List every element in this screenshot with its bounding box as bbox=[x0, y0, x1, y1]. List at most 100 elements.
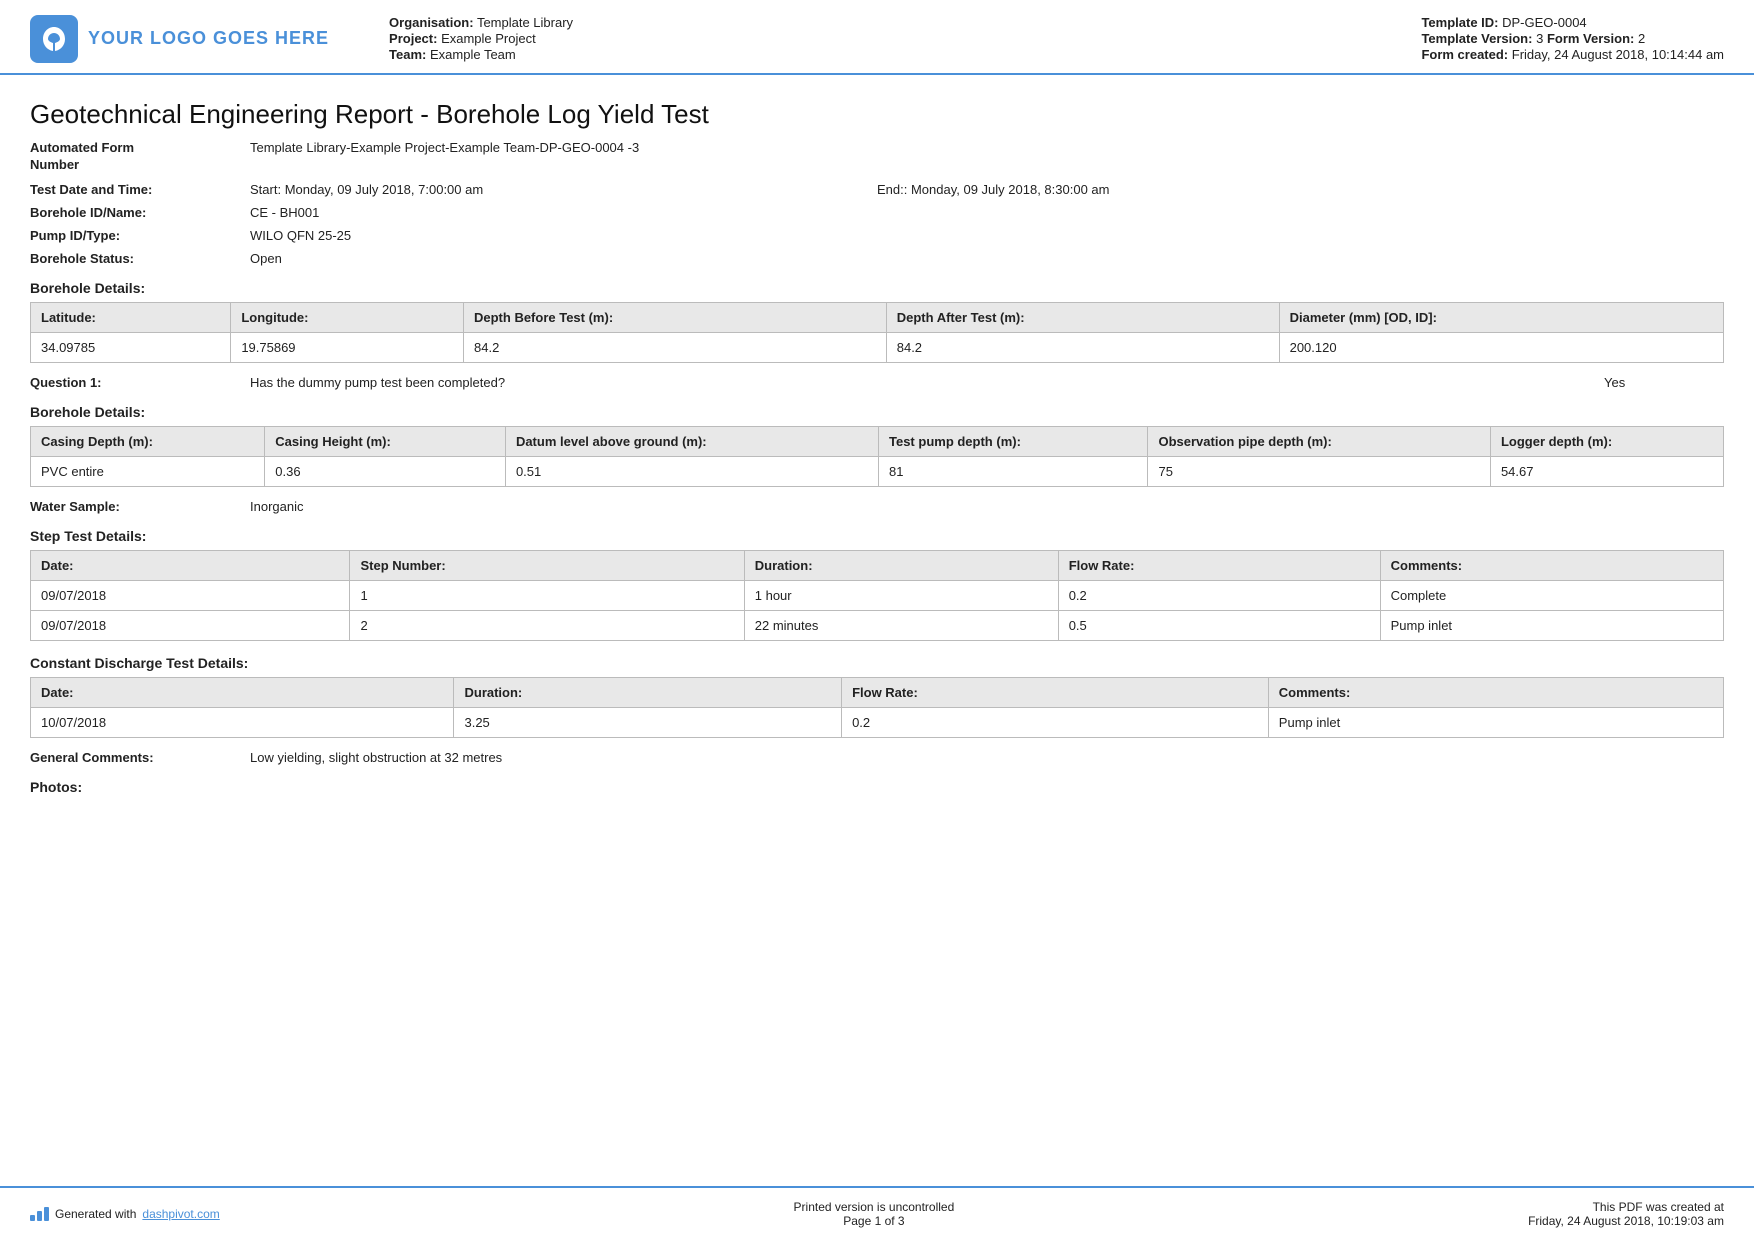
borehole-details-1-heading: Borehole Details: bbox=[30, 280, 1724, 296]
col-depth-after: Depth After Test (m): bbox=[886, 302, 1279, 332]
borehole-details-1-table: Latitude: Longitude: Depth Before Test (… bbox=[30, 302, 1724, 363]
cell-test-pump-depth: 81 bbox=[879, 456, 1148, 486]
water-sample-label: Water Sample: bbox=[30, 499, 250, 514]
logo-icon bbox=[30, 15, 78, 63]
form-created-label: Form created: bbox=[1421, 47, 1508, 62]
form-created-line: Form created: Friday, 24 August 2018, 10… bbox=[1421, 47, 1724, 62]
constant-discharge-heading: Constant Discharge Test Details: bbox=[30, 655, 1724, 671]
bar1 bbox=[30, 1215, 35, 1221]
step-test-body: 09/07/201811 hour0.2Complete09/07/201822… bbox=[31, 580, 1724, 640]
footer-right: This PDF was created at Friday, 24 Augus… bbox=[1528, 1200, 1724, 1228]
cell-datum-level: 0.51 bbox=[505, 456, 878, 486]
col-step-number: Step Number: bbox=[350, 550, 744, 580]
org-label: Organisation: bbox=[389, 15, 474, 30]
footer: Generated with dashpivot.com Printed ver… bbox=[0, 1186, 1754, 1240]
footer-link[interactable]: dashpivot.com bbox=[142, 1207, 219, 1221]
list-item: 22 minutes bbox=[744, 610, 1058, 640]
borehole-status-label: Borehole Status: bbox=[30, 251, 250, 266]
list-item: 09/07/2018 bbox=[31, 610, 350, 640]
footer-right-line1: This PDF was created at bbox=[1528, 1200, 1724, 1214]
test-date-col2: End:: Monday, 09 July 2018, 8:30:00 am bbox=[877, 182, 1724, 197]
table-row: PVC entire 0.36 0.51 81 75 54.67 bbox=[31, 456, 1724, 486]
team-value: Example Team bbox=[430, 47, 516, 62]
constant-discharge-table: Date: Duration: Flow Rate: Comments: 10/… bbox=[30, 677, 1724, 738]
borehole-id-value: CE - BH001 bbox=[250, 205, 1724, 220]
bar2 bbox=[37, 1211, 42, 1221]
col-depth-before: Depth Before Test (m): bbox=[464, 302, 887, 332]
borehole-status-row: Borehole Status: Open bbox=[30, 251, 1724, 266]
constant-discharge-header-row: Date: Duration: Flow Rate: Comments: bbox=[31, 677, 1724, 707]
list-item: 0.5 bbox=[1058, 610, 1380, 640]
col-diameter: Diameter (mm) [OD, ID]: bbox=[1279, 302, 1723, 332]
footer-generated-text: Generated with bbox=[55, 1207, 136, 1221]
table-row: 34.09785 19.75869 84.2 84.2 200.120 bbox=[31, 332, 1724, 362]
report-title: Geotechnical Engineering Report - Boreho… bbox=[30, 99, 1724, 130]
logo-text: YOUR LOGO GOES HERE bbox=[88, 28, 329, 49]
project-line: Project: Example Project bbox=[389, 31, 1421, 46]
table-row: 10/07/20183.250.2Pump inlet bbox=[31, 707, 1724, 737]
bar3 bbox=[44, 1207, 49, 1221]
question1-answer: Yes bbox=[1604, 375, 1724, 390]
col-cd-flow-rate: Flow Rate: bbox=[842, 677, 1269, 707]
borehole-details-1-header-row: Latitude: Longitude: Depth Before Test (… bbox=[31, 302, 1724, 332]
table-row: 09/07/2018222 minutes0.5Pump inlet bbox=[31, 610, 1724, 640]
list-item: 09/07/2018 bbox=[31, 580, 350, 610]
cell-longitude: 19.75869 bbox=[231, 332, 464, 362]
col-cd-date: Date: bbox=[31, 677, 454, 707]
question1-label: Question 1: bbox=[30, 375, 250, 390]
table-row: 09/07/201811 hour0.2Complete bbox=[31, 580, 1724, 610]
col-test-pump-depth: Test pump depth (m): bbox=[879, 426, 1148, 456]
team-line: Team: Example Team bbox=[389, 47, 1421, 62]
template-id-value: DP-GEO-0004 bbox=[1502, 15, 1587, 30]
pump-id-label: Pump ID/Type: bbox=[30, 228, 250, 243]
col-casing-height: Casing Height (m): bbox=[265, 426, 506, 456]
col-casing-depth: Casing Depth (m): bbox=[31, 426, 265, 456]
form-version-value: 2 bbox=[1638, 31, 1645, 46]
logo-area: YOUR LOGO GOES HERE bbox=[30, 15, 329, 63]
header-center: Organisation: Template Library Project: … bbox=[329, 14, 1421, 63]
team-label: Team: bbox=[389, 47, 426, 62]
col-longitude: Longitude: bbox=[231, 302, 464, 332]
list-item: Pump inlet bbox=[1268, 707, 1723, 737]
list-item: 10/07/2018 bbox=[31, 707, 454, 737]
form-created-value: Friday, 24 August 2018, 10:14:44 am bbox=[1512, 47, 1724, 62]
general-comments-label: General Comments: bbox=[30, 750, 250, 765]
cell-latitude: 34.09785 bbox=[31, 332, 231, 362]
cell-depth-after: 84.2 bbox=[886, 332, 1279, 362]
org-line: Organisation: Template Library bbox=[389, 15, 1421, 30]
step-test-heading: Step Test Details: bbox=[30, 528, 1724, 544]
automated-form-value: Template Library-Example Project-Example… bbox=[250, 140, 639, 174]
col-duration: Duration: bbox=[744, 550, 1058, 580]
pump-id-row: Pump ID/Type: WILO QFN 25-25 bbox=[30, 228, 1724, 243]
end-label: End:: bbox=[877, 182, 911, 197]
template-version-label: Template Version: bbox=[1421, 31, 1532, 46]
step-test-header-row: Date: Step Number: Duration: Flow Rate: … bbox=[31, 550, 1724, 580]
template-version-line: Template Version: 3 Form Version: 2 bbox=[1421, 31, 1724, 46]
col-comments: Comments: bbox=[1380, 550, 1723, 580]
borehole-status-value: Open bbox=[250, 251, 1724, 266]
cell-casing-depth: PVC entire bbox=[31, 456, 265, 486]
form-version-label: Form Version: bbox=[1547, 31, 1634, 46]
test-date-label: Test Date and Time: bbox=[30, 182, 250, 197]
footer-center-line1: Printed version is uncontrolled bbox=[794, 1200, 955, 1214]
borehole-id-row: Borehole ID/Name: CE - BH001 bbox=[30, 205, 1724, 220]
col-cd-duration: Duration: bbox=[454, 677, 842, 707]
header-right: Template ID: DP-GEO-0004 Template Versio… bbox=[1421, 14, 1724, 63]
cell-obs-pipe-depth: 75 bbox=[1148, 456, 1490, 486]
project-value: Example Project bbox=[441, 31, 536, 46]
question1-text: Has the dummy pump test been completed? bbox=[250, 375, 1584, 390]
start-label: Start: bbox=[250, 182, 285, 197]
borehole-details-2-heading: Borehole Details: bbox=[30, 404, 1724, 420]
constant-discharge-body: 10/07/20183.250.2Pump inlet bbox=[31, 707, 1724, 737]
end-value: Monday, 09 July 2018, 8:30:00 am bbox=[911, 182, 1110, 197]
footer-bar-icon bbox=[30, 1207, 49, 1221]
water-sample-row: Water Sample: Inorganic bbox=[30, 499, 1724, 514]
list-item: 1 hour bbox=[744, 580, 1058, 610]
project-label: Project: bbox=[389, 31, 437, 46]
general-comments-value: Low yielding, slight obstruction at 32 m… bbox=[250, 750, 1724, 765]
water-sample-value: Inorganic bbox=[250, 499, 1724, 514]
main-content: Geotechnical Engineering Report - Boreho… bbox=[0, 75, 1754, 885]
footer-center-line2: Page 1 of 3 bbox=[794, 1214, 955, 1228]
col-logger-depth: Logger depth (m): bbox=[1490, 426, 1723, 456]
template-id-line: Template ID: DP-GEO-0004 bbox=[1421, 15, 1724, 30]
